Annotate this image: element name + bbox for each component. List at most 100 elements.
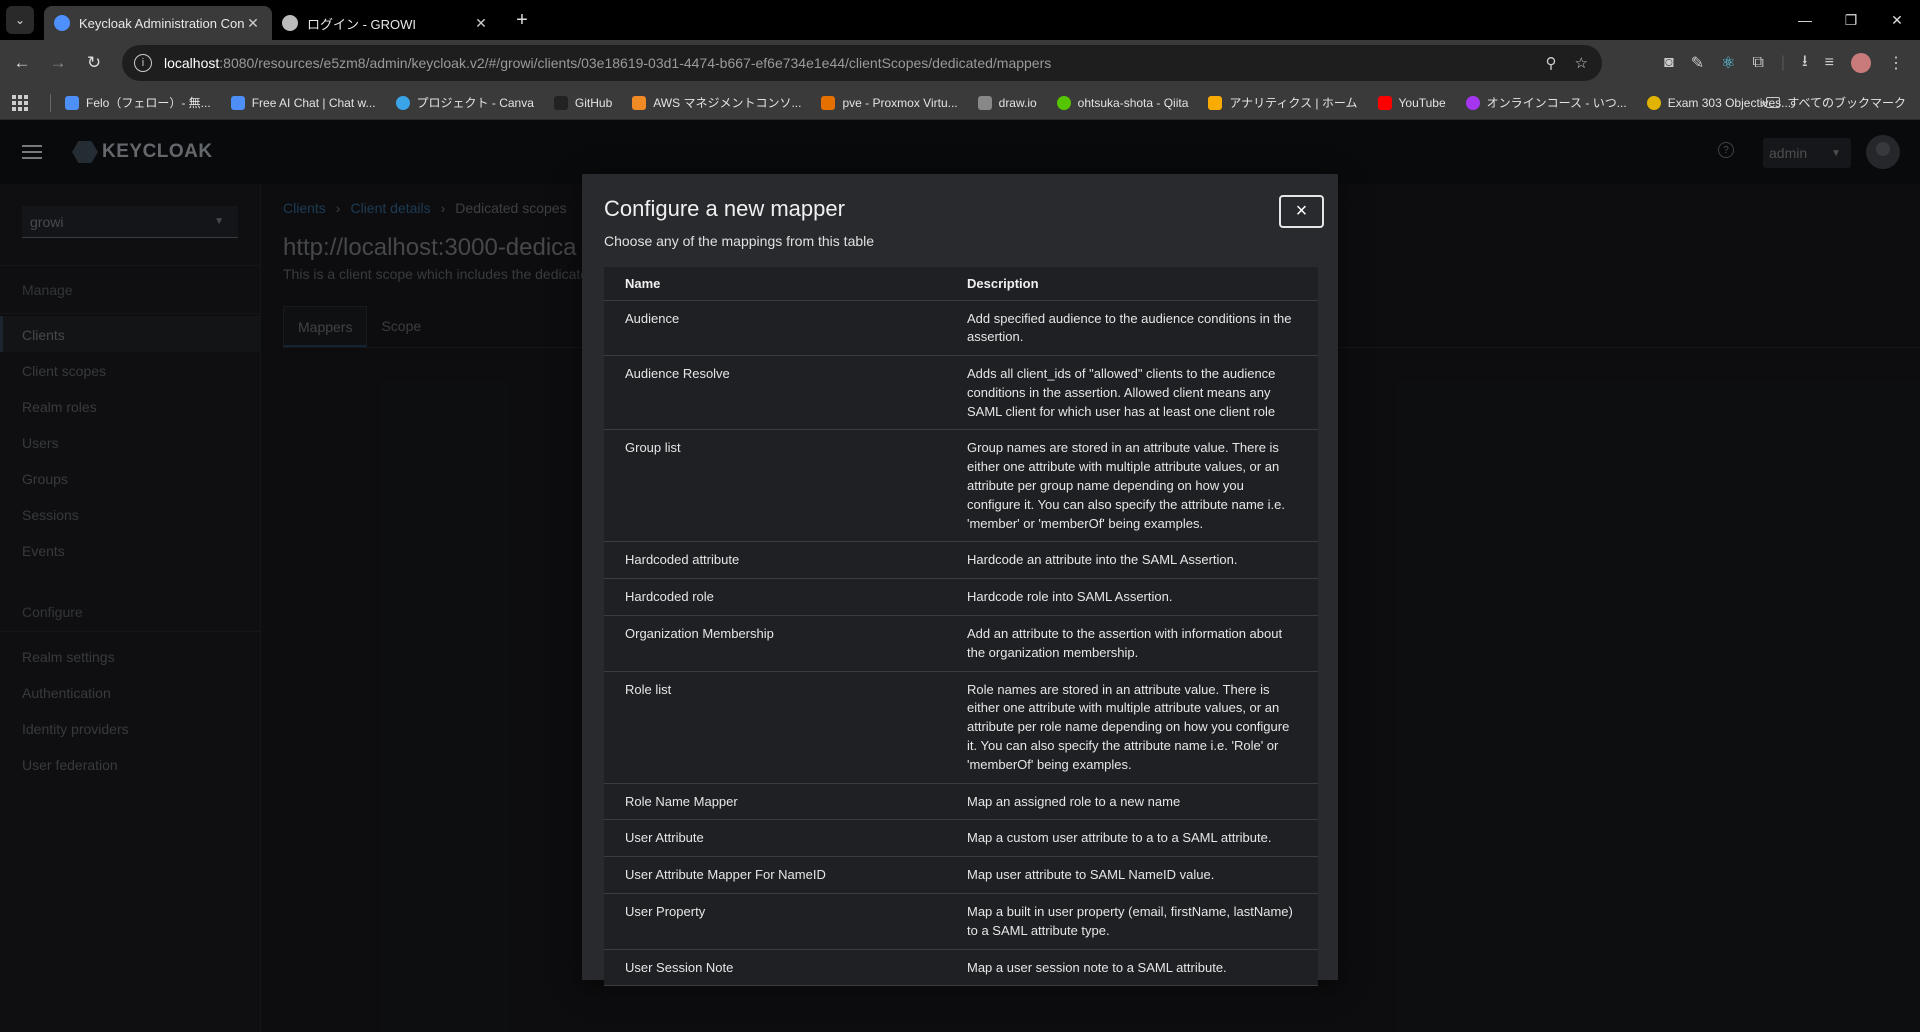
reload-icon[interactable]: ↻ — [76, 45, 112, 81]
bookmark-label: プロジェクト - Canva — [416, 96, 534, 110]
bookmark-star-icon[interactable]: ☆ — [1575, 54, 1588, 72]
mapper-name-link[interactable]: Group list — [604, 429, 946, 543]
extensions-icon[interactable]: ⧉ — [1752, 54, 1763, 72]
table-row[interactable]: Hardcoded role Hardcode role into SAML As… — [604, 578, 1318, 617]
mapper-name-link[interactable]: Organization Membership — [604, 615, 946, 672]
table-row[interactable]: User Attribute Map a custom user attribut… — [604, 819, 1318, 858]
mapper-name-link[interactable]: Audience Resolve — [604, 355, 946, 431]
tab-title: ログイン - GROWI — [307, 16, 417, 32]
pen-icon[interactable]: ✎ — [1691, 53, 1704, 73]
forward-icon[interactable]: → — [40, 45, 76, 81]
mapper-name-link[interactable]: Role Name Mapper — [604, 783, 946, 821]
bookmark-item[interactable]: プロジェクト - Canva — [395, 94, 534, 111]
mapper-name-link[interactable]: Hardcoded role — [604, 578, 946, 617]
bookmark-label: Felo（フェロー）- 無... — [86, 96, 211, 110]
table-row[interactable]: Hardcoded attribute Hardcode an attribute… — [604, 541, 1318, 580]
camera-icon[interactable]: ◙ — [1664, 54, 1674, 72]
bookmark-label: draw.io — [998, 95, 1037, 110]
restore-icon[interactable]: ❐ — [1828, 0, 1874, 40]
bookmark-item[interactable]: ohtsuka-shota - Qiita — [1056, 95, 1188, 110]
all-bookmarks-button[interactable]: すべてのブックマーク — [1766, 94, 1906, 111]
bookmark-item[interactable]: オンラインコース - いつ... — [1465, 94, 1627, 111]
mapper-description: Map user attribute to SAML NameID value. — [946, 856, 1318, 895]
analytics-icon — [1208, 95, 1223, 110]
address-bar[interactable]: i localhost:8080/resources/e5zm8/admin/k… — [122, 45, 1602, 81]
mapper-description: Hardcode an attribute into the SAML Asse… — [946, 541, 1318, 580]
bookmark-item[interactable]: pve - Proxmox Virtu... — [821, 95, 958, 110]
url-host: localhost — [164, 55, 220, 71]
bookmark-item[interactable]: YouTube — [1377, 95, 1446, 110]
browser-toolbar: ← → ↻ i localhost:8080/resources/e5zm8/a… — [0, 40, 1920, 86]
ai-chat-icon — [230, 95, 245, 110]
minimize-icon[interactable]: — — [1782, 0, 1828, 40]
close-tab-icon[interactable]: ✕ — [472, 15, 490, 32]
growi-favicon-icon — [282, 15, 298, 31]
table-row[interactable]: Audience Add specified audience to the au… — [604, 300, 1318, 357]
browser-tab-growi[interactable]: ログイン - GROWI ✕ — [272, 6, 500, 40]
bookmark-item[interactable]: GitHub — [553, 95, 613, 110]
github-icon — [553, 95, 568, 110]
udemy-icon — [1465, 95, 1480, 110]
close-window-icon[interactable]: ✕ — [1874, 0, 1920, 40]
close-icon[interactable]: × — [1279, 195, 1324, 228]
mapper-description: Hardcode role into SAML Assertion. — [946, 578, 1318, 617]
bookmark-item[interactable]: Free AI Chat | Chat w... — [230, 95, 376, 110]
folder-icon — [1766, 97, 1781, 108]
table-row[interactable]: Role Name Mapper Map an assigned role to … — [604, 783, 1318, 821]
table-header-row: Name Description — [604, 267, 1318, 301]
mapper-description: Map a custom user attribute to a to a SA… — [946, 819, 1318, 858]
modal-title: Configure a new mapper — [604, 196, 845, 221]
qiita-icon — [1056, 95, 1071, 110]
tab-title: Keycloak Administration Console — [79, 15, 244, 31]
react-devtools-icon[interactable]: ⚛ — [1721, 53, 1735, 73]
mapper-description: Map a built in user property (email, fir… — [946, 893, 1318, 950]
table-row[interactable]: Organization Membership Add an attribute … — [604, 615, 1318, 672]
mapper-name-link[interactable]: Role list — [604, 671, 946, 784]
table-row[interactable]: Role list Role names are stored in an att… — [604, 671, 1318, 784]
table-row[interactable]: User Session Note Map a user session note… — [604, 949, 1318, 987]
bookmarks-bar: Felo（フェロー）- 無... Free AI Chat | Chat w..… — [0, 86, 1920, 120]
mapper-description: Adds all client_ids of "allowed" clients… — [946, 355, 1318, 431]
tab-search-button[interactable]: ⌄ — [6, 6, 34, 34]
apps-grid-icon[interactable] — [12, 94, 28, 111]
table-row[interactable]: Group list Group names are stored in an a… — [604, 429, 1318, 543]
youtube-icon — [1377, 95, 1392, 110]
download-icon[interactable]: ⭳ — [1802, 50, 1808, 77]
close-tab-icon[interactable]: ✕ — [244, 15, 262, 32]
proxmox-icon — [821, 95, 836, 110]
bookmark-label: AWS マネジメントコンソ... — [653, 96, 802, 110]
back-icon[interactable]: ← — [4, 45, 40, 81]
site-info-icon[interactable]: i — [134, 54, 152, 72]
bookmark-item[interactable]: Felo（フェロー）- 無... — [65, 94, 211, 111]
browser-tab-keycloak[interactable]: Keycloak Administration Console ✕ — [44, 6, 272, 40]
mapper-name-link[interactable]: User Attribute Mapper For NameID — [604, 856, 946, 895]
zoom-icon[interactable]: ⚲ — [1546, 54, 1557, 72]
bookmark-label: GitHub — [574, 95, 613, 110]
bookmark-label: オンラインコース - いつ... — [1486, 96, 1627, 110]
bookmark-label: Free AI Chat | Chat w... — [251, 95, 376, 110]
mapper-name-link[interactable]: Audience — [604, 300, 946, 357]
table-row[interactable]: User Attribute Mapper For NameID Map user… — [604, 856, 1318, 895]
new-tab-button[interactable]: + — [508, 9, 536, 32]
canva-icon — [395, 95, 410, 110]
mapper-name-link[interactable]: User Attribute — [604, 819, 946, 858]
bookmark-item[interactable]: AWS マネジメントコンソ... — [632, 94, 801, 111]
mapper-description: Group names are stored in an attribute v… — [946, 429, 1318, 543]
mapper-name-link[interactable]: User Property — [604, 893, 946, 950]
mapper-name-link[interactable]: Hardcoded attribute — [604, 541, 946, 580]
menu-kebab-icon[interactable]: ⋮ — [1888, 53, 1904, 73]
window-controls: — ❐ ✕ — [1782, 0, 1920, 40]
profile-avatar-icon[interactable] — [1851, 53, 1871, 73]
bookmark-item[interactable]: アナリティクス | ホーム — [1208, 94, 1358, 111]
drawio-icon — [977, 95, 992, 110]
bookmark-item[interactable]: draw.io — [977, 95, 1037, 110]
felo-icon — [65, 95, 79, 110]
mapper-description: Map a user session note to a SAML attrib… — [946, 949, 1318, 987]
mapper-name-link[interactable]: User Session Note — [604, 949, 946, 987]
media-icon[interactable]: ≡ — [1825, 54, 1834, 72]
table-row[interactable]: User Property Map a built in user propert… — [604, 893, 1318, 950]
keycloak-favicon-icon — [54, 15, 70, 31]
table-row[interactable]: Audience Resolve Adds all client_ids of "… — [604, 355, 1318, 431]
aws-icon — [632, 95, 647, 110]
mapper-description: Add specified audience to the audience c… — [946, 300, 1318, 357]
